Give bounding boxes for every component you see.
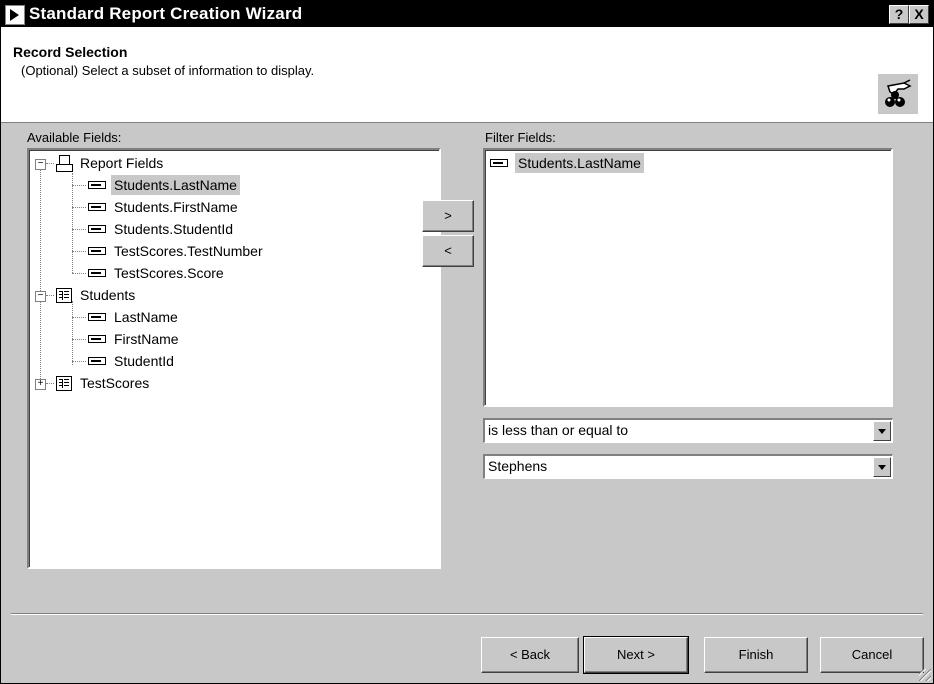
window-title: Standard Report Creation Wizard (29, 4, 303, 23)
tree-node-report-fields[interactable]: − Report Fields (29, 153, 329, 173)
wizard-window: Standard Report Creation Wizard ? X Reco… (0, 0, 934, 684)
tree-node-studentid[interactable]: StudentId (29, 351, 329, 371)
tree-node-label: Students.StudentId (114, 221, 234, 237)
tree-connector (46, 163, 54, 164)
tree-node-label: StudentId (114, 353, 174, 369)
tree-node-label: TestScores (80, 375, 150, 391)
tree-node-students[interactable]: − Students (29, 285, 329, 305)
help-button[interactable]: ? (889, 5, 909, 24)
tree-connector (72, 229, 86, 230)
finish-button[interactable]: Finish (704, 637, 808, 673)
filter-field-label: Students.LastName (515, 153, 644, 173)
remove-field-button[interactable]: < (422, 235, 474, 267)
chevron-down-icon[interactable] (873, 421, 891, 441)
title-bar: Standard Report Creation Wizard ? X (1, 1, 933, 27)
back-button[interactable]: < Back (481, 637, 579, 673)
tree-node-lastname[interactable]: LastName (29, 307, 329, 327)
field-icon (88, 357, 106, 365)
tree-connector (72, 317, 86, 318)
tree-node-label: Students.LastName (111, 175, 240, 195)
field-icon (88, 313, 106, 321)
tree-node-testscores-score[interactable]: TestScores.Score (29, 263, 329, 283)
field-icon (88, 335, 106, 343)
page-title: Record Selection (13, 44, 128, 60)
collapse-icon[interactable]: − (35, 291, 46, 302)
collapse-icon[interactable]: − (35, 159, 46, 170)
expand-icon[interactable]: + (35, 379, 46, 390)
filter-value-combobox[interactable]: Stephens (483, 454, 893, 479)
available-fields-tree[interactable]: − Report Fields Students.LastName Studen… (27, 148, 441, 569)
tree-node-testscores[interactable]: + TestScores (29, 373, 329, 393)
tree-node-firstname[interactable]: FirstName (29, 329, 329, 349)
chevron-down-icon[interactable] (873, 457, 891, 477)
field-icon (88, 181, 106, 189)
wizard-filter-icon (878, 74, 918, 114)
tree-node-label: Students.FirstName (114, 199, 238, 215)
tree-node-students-firstname[interactable]: Students.FirstName (29, 197, 329, 217)
add-field-button[interactable]: > (422, 200, 474, 232)
table-icon (56, 288, 72, 303)
tree-node-students-studentid[interactable]: Students.StudentId (29, 219, 329, 239)
field-icon (88, 269, 106, 277)
filter-operator-dropdown[interactable]: is less than or equal to (483, 418, 893, 443)
tree-node-label: Students (80, 287, 136, 303)
filter-value-text: Stephens (488, 458, 548, 474)
tree-connector (72, 207, 86, 208)
filter-fields-list[interactable]: Students.LastName (483, 148, 893, 407)
tree-node-testscores-testnumber[interactable]: TestScores.TestNumber (29, 241, 329, 261)
tree-node-label: LastName (114, 309, 178, 325)
app-icon (5, 5, 25, 25)
tree-connector (72, 185, 86, 186)
field-icon (88, 225, 106, 233)
wizard-header: Record Selection (Optional) Select a sub… (1, 27, 933, 123)
tree-connector (72, 361, 86, 362)
table-icon (56, 376, 72, 391)
close-button[interactable]: X (909, 5, 929, 24)
cancel-button[interactable]: Cancel (820, 637, 924, 673)
field-icon (490, 159, 508, 167)
report-icon (56, 155, 73, 172)
tree-connector (46, 295, 54, 296)
field-icon (88, 247, 106, 255)
tree-connector (72, 273, 86, 274)
field-icon (88, 203, 106, 211)
tree-connector (46, 383, 54, 384)
tree-node-label: FirstName (114, 331, 179, 347)
filter-fields-label: Filter Fields: (485, 130, 556, 145)
filter-operator-value: is less than or equal to (488, 422, 629, 438)
tree-node-label: TestScores.TestNumber (114, 243, 263, 259)
tree-connector (72, 251, 86, 252)
tree-connector (72, 339, 86, 340)
footer-divider (11, 613, 923, 615)
tree-node-label: Report Fields (80, 155, 164, 171)
tree-node-label: TestScores.Score (114, 265, 224, 281)
filter-field-item[interactable]: Students.LastName (485, 153, 785, 173)
available-fields-label: Available Fields: (27, 130, 122, 145)
resize-grip-icon[interactable] (919, 669, 931, 681)
next-button[interactable]: Next > (583, 636, 689, 674)
tree-node-students-lastname[interactable]: Students.LastName (29, 175, 329, 195)
page-subtitle: (Optional) Select a subset of informatio… (21, 63, 315, 78)
